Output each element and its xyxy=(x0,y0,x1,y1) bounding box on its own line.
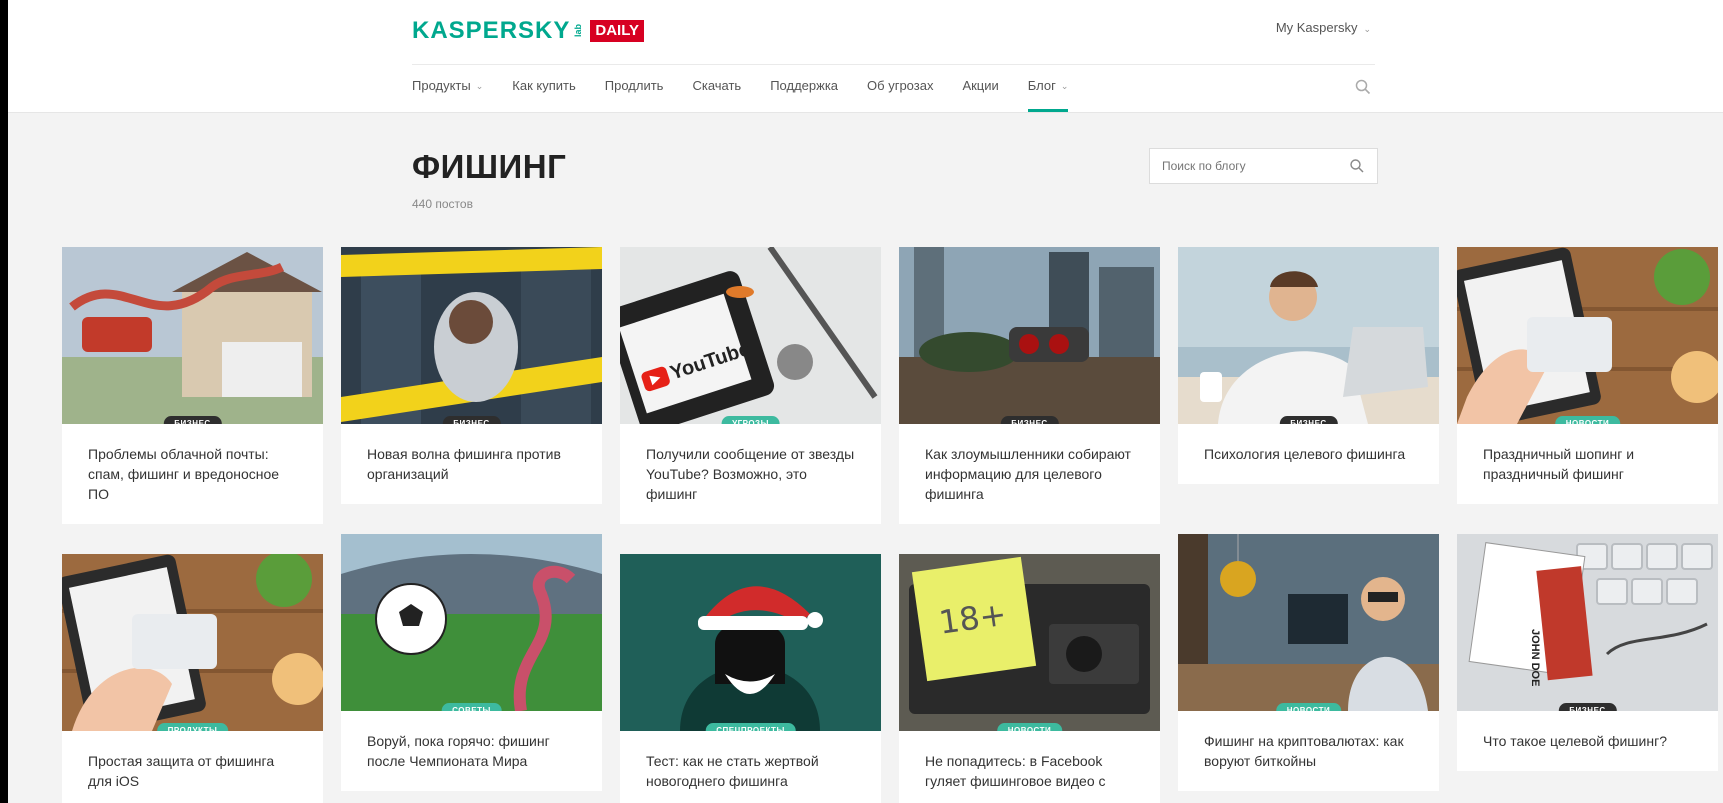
chevron-down-icon: ⌄ xyxy=(1363,23,1371,34)
nav-item-label: Блог xyxy=(1027,78,1056,93)
article-title[interactable]: Как злоумышленники собирают информацию д… xyxy=(899,424,1160,524)
article-title[interactable]: Не попадитесь: в Facebook гуляет фишинго… xyxy=(899,731,1160,803)
nav-item-label: Продукты xyxy=(412,78,471,93)
category-badge[interactable]: УГРОЗЫ xyxy=(721,416,780,424)
article-image: YouTube УГРОЗЫ xyxy=(620,247,881,424)
category-badge[interactable]: БИЗНЕС xyxy=(163,416,222,424)
article-image: ПРОДУКТЫ xyxy=(62,554,323,731)
category-badge[interactable]: БИЗНЕС xyxy=(1279,416,1338,424)
nav-item-label: Акции xyxy=(962,78,999,93)
article-image: НОВОСТИ xyxy=(1178,534,1439,711)
article-image: НОВОСТИ xyxy=(1457,247,1718,424)
article-title[interactable]: Фишинг на криптовалютах: как воруют битк… xyxy=(1178,711,1439,791)
nav-item-products[interactable]: Продукты ⌄ xyxy=(412,78,483,112)
article-title[interactable]: Что такое целевой фишинг? xyxy=(1457,711,1718,771)
article-image: 18+ НОВОСТИ xyxy=(899,554,1160,731)
post-count: 440 постов xyxy=(412,197,473,211)
logo-brand-text: KASPERSKY xyxy=(412,17,571,44)
nav-item-threats[interactable]: Об угрозах xyxy=(867,78,933,112)
article-card[interactable]: БИЗНЕС Психология целевого фишинга xyxy=(1178,247,1439,484)
article-card[interactable]: JOHN DOE БИЗНЕС Что такое целевой фишинг… xyxy=(1457,534,1718,771)
nav-item-label: Скачать xyxy=(692,78,742,93)
category-badge[interactable]: СПЕЦПРОЕКТЫ xyxy=(705,723,796,731)
article-card[interactable]: НОВОСТИ Фишинг на криптовалютах: как вор… xyxy=(1178,534,1439,791)
nav-item-support[interactable]: Поддержка xyxy=(770,78,838,112)
article-card[interactable]: БИЗНЕС Проблемы облачной почты: спам, фи… xyxy=(62,247,323,524)
article-card[interactable]: СПЕЦПРОЕКТЫ Тест: как не стать жертвой н… xyxy=(620,554,881,803)
article-image: JOHN DOE БИЗНЕС xyxy=(1457,534,1718,711)
nav-item-how-to-buy[interactable]: Как купить xyxy=(512,78,575,112)
nav-item-label: Об угрозах xyxy=(867,78,934,93)
category-badge[interactable]: СОВЕТЫ xyxy=(441,703,502,711)
nav-item-download[interactable]: Скачать xyxy=(692,78,741,112)
article-card[interactable]: НОВОСТИ Праздничный шопинг и праздничный… xyxy=(1457,247,1718,504)
nav-item-label: Поддержка xyxy=(770,78,839,93)
article-image: БИЗНЕС xyxy=(62,247,323,424)
article-card[interactable]: 18+ НОВОСТИ Не попадитесь: в Facebook гу… xyxy=(899,554,1160,803)
article-card[interactable]: СОВЕТЫ Воруй, пока горячо: фишинг после … xyxy=(341,534,602,791)
article-title[interactable]: Тест: как не стать жертвой новогоднего ф… xyxy=(620,731,881,803)
my-kaspersky-label: My Kaspersky xyxy=(1275,20,1358,35)
article-image: БИЗНЕС xyxy=(341,247,602,424)
article-card[interactable]: БИЗНЕС Новая волна фишинга против органи… xyxy=(341,247,602,504)
article-card[interactable]: YouTube УГРОЗЫ Получили сообщение от зве… xyxy=(620,247,881,524)
page-title: ФИШИНГ xyxy=(412,148,567,185)
article-title[interactable]: Праздничный шопинг и праздничный фишинг xyxy=(1457,424,1718,504)
article-image: БИЗНЕС xyxy=(1178,247,1439,424)
browser-viewport: KASPERSKY lab DAILY My Kaspersky ⌄ Проду… xyxy=(8,0,1723,803)
article-title[interactable]: Новая волна фишинга против организаций xyxy=(341,424,602,504)
category-badge[interactable]: НОВОСТИ xyxy=(1275,703,1342,711)
nav-item-label: Как купить xyxy=(512,78,576,93)
article-card[interactable]: ПРОДУКТЫ Простая защита от фишинга для i… xyxy=(62,554,323,803)
article-image: БИЗНЕС xyxy=(899,247,1160,424)
article-card[interactable]: БИЗНЕС Как злоумышленники собирают инфор… xyxy=(899,247,1160,524)
article-image: СПЕЦПРОЕКТЫ xyxy=(620,554,881,731)
nav-item-renew[interactable]: Продлить xyxy=(605,78,664,112)
category-badge[interactable]: БИЗНЕС xyxy=(1000,416,1059,424)
my-kaspersky-menu[interactable]: My Kaspersky ⌄ xyxy=(1276,20,1371,35)
nav-item-promotions[interactable]: Акции xyxy=(962,78,998,112)
main-nav: Продукты ⌄ Как купить Продлить Скачать П… xyxy=(412,78,1097,112)
chevron-down-icon: ⌄ xyxy=(475,81,484,91)
chevron-down-icon: ⌄ xyxy=(1060,81,1069,91)
category-badge[interactable]: БИЗНЕС xyxy=(442,416,501,424)
article-image: СОВЕТЫ xyxy=(341,534,602,711)
search-icon[interactable] xyxy=(1349,158,1365,174)
category-badge[interactable]: НОВОСТИ xyxy=(1554,416,1621,424)
logo-lab-text: lab xyxy=(573,23,584,37)
search-icon[interactable] xyxy=(1354,78,1372,96)
article-title[interactable]: Проблемы облачной почты: спам, фишинг и … xyxy=(62,424,323,524)
kaspersky-daily-logo[interactable]: KASPERSKY lab DAILY xyxy=(412,17,644,44)
blog-search-box xyxy=(1149,148,1378,184)
header-divider xyxy=(412,64,1375,65)
category-badge[interactable]: ПРОДУКТЫ xyxy=(156,723,229,731)
article-title[interactable]: Психология целевого фишинга xyxy=(1178,424,1439,484)
article-title[interactable]: Воруй, пока горячо: фишинг после Чемпион… xyxy=(341,711,602,791)
blog-search-input[interactable] xyxy=(1162,159,1349,173)
category-badge[interactable]: БИЗНЕС xyxy=(1558,703,1617,711)
logo-daily-badge: DAILY xyxy=(590,20,644,42)
site-header: KASPERSKY lab DAILY My Kaspersky ⌄ Проду… xyxy=(8,0,1723,113)
article-title[interactable]: Простая защита от фишинга для iOS xyxy=(62,731,323,803)
nav-item-label: Продлить xyxy=(604,78,664,93)
category-badge[interactable]: НОВОСТИ xyxy=(996,723,1063,731)
article-title[interactable]: Получили сообщение от звезды YouTube? Во… xyxy=(620,424,881,524)
nav-item-blog[interactable]: Блог ⌄ xyxy=(1027,78,1069,112)
id-card-name-text: JOHN DOE xyxy=(1529,629,1541,686)
